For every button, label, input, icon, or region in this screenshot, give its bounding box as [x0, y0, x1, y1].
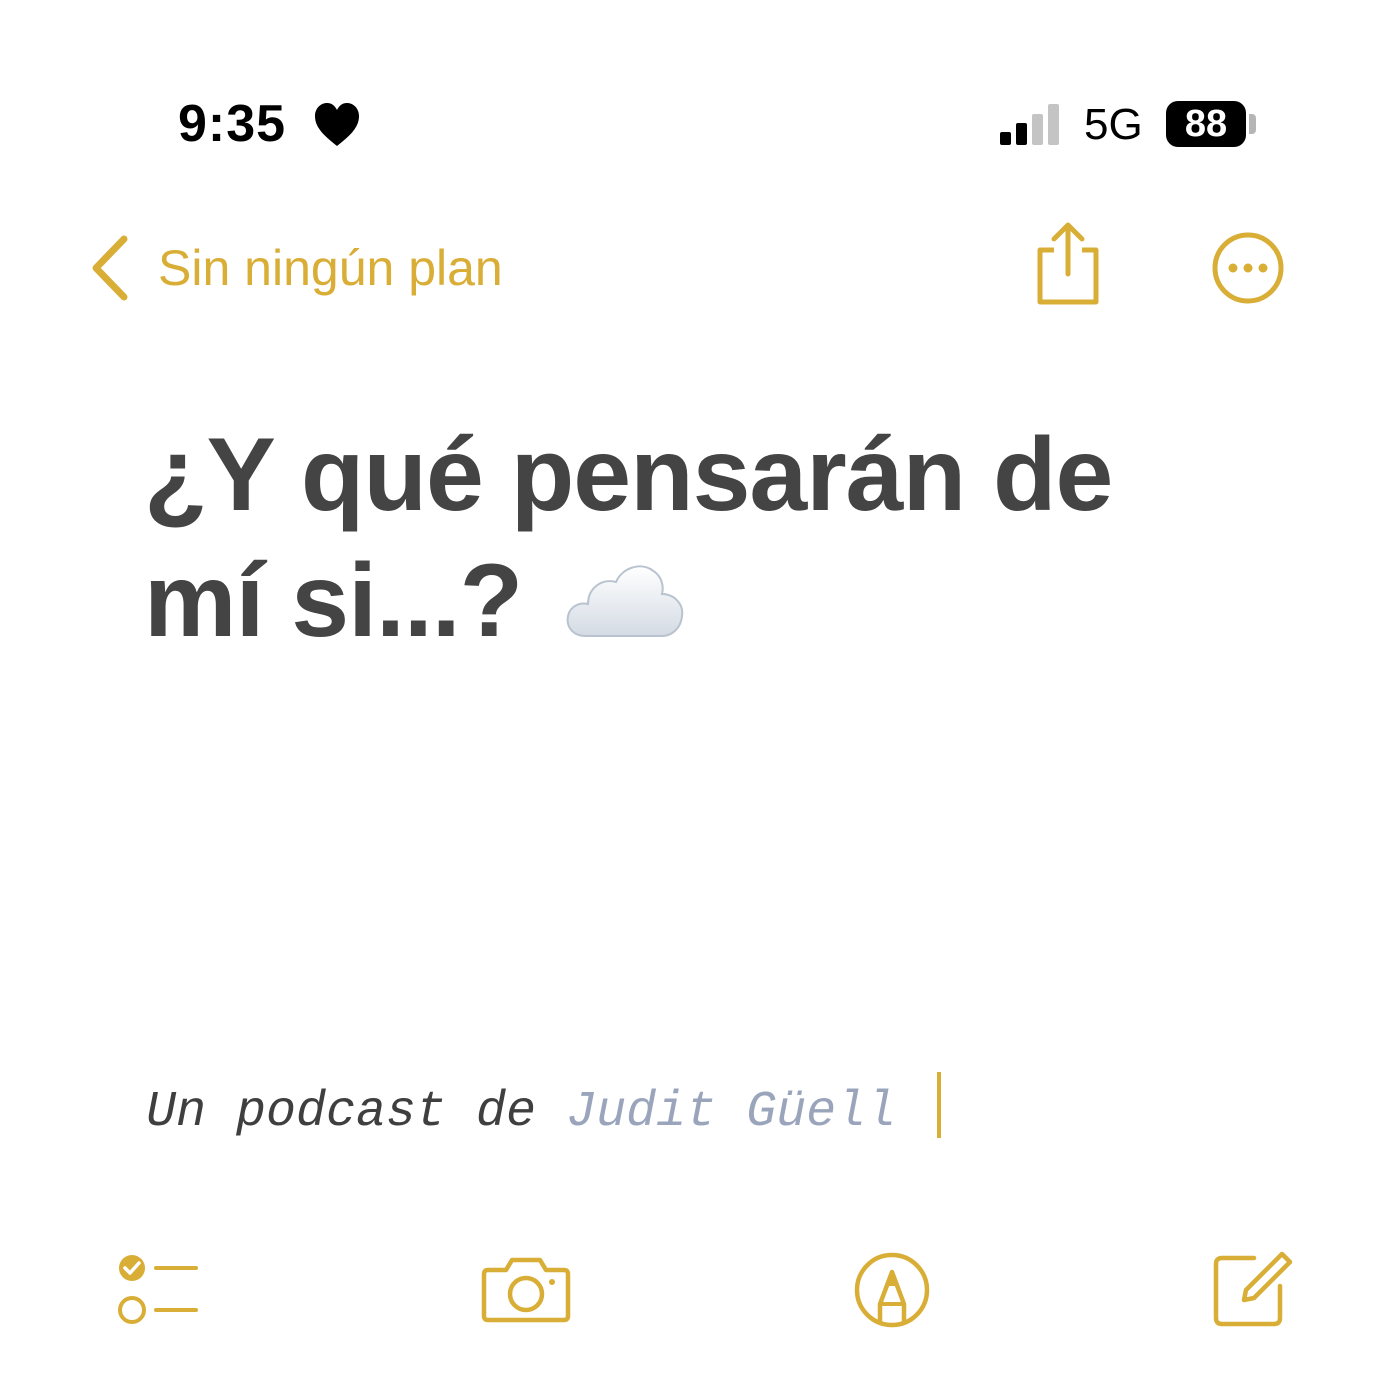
subtitle-prefix: Un podcast de [146, 1084, 567, 1141]
compose-icon[interactable] [1208, 1244, 1294, 1330]
cellular-signal-icon [1000, 104, 1059, 145]
status-time: 9:35 [178, 95, 287, 153]
markup-pen-icon[interactable] [852, 1250, 932, 1330]
text-cursor [937, 1072, 941, 1138]
camera-icon[interactable] [480, 1252, 572, 1324]
share-icon[interactable] [1028, 218, 1108, 308]
note-title-line1: ¿Y qué pensarán de [144, 417, 1113, 533]
back-label: Sin ningún plan [158, 240, 503, 296]
back-button[interactable]: Sin ningún plan [86, 226, 503, 310]
chevron-left-icon [92, 235, 128, 301]
heart-icon [315, 103, 359, 146]
network-type: 5G [1084, 100, 1143, 149]
note-title-line2: mí si...? [144, 543, 523, 659]
note-subtitle[interactable]: Un podcast de Judit Güell [146, 1080, 896, 1146]
cloud-emoji-icon [566, 565, 684, 637]
ellipsis-circle-icon[interactable] [1208, 228, 1288, 308]
battery-indicator: 88 [1166, 101, 1246, 147]
subtitle-author: Judit Güell [566, 1084, 897, 1141]
battery-cap [1249, 114, 1256, 134]
checklist-icon[interactable] [112, 1250, 204, 1330]
note-title[interactable]: ¿Y qué pensarán de mí si...? [144, 412, 1284, 664]
